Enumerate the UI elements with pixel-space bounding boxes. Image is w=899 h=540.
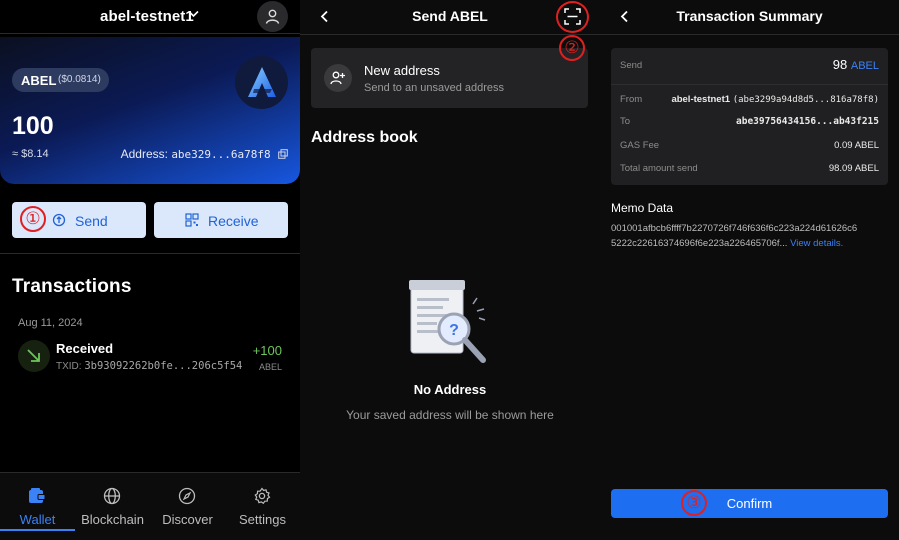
new-address-subtitle: Send to an unsaved address [364,82,505,94]
send-label: Send [75,213,108,229]
total-label: Total amount send [620,163,698,174]
nav-settings-label: Settings [239,512,286,527]
transaction-type[interactable]: Received [56,341,113,356]
view-details-link[interactable]: View details. [790,238,843,249]
balance-amount: 100 [12,112,54,140]
active-tab-indicator [0,529,75,531]
bottom-nav: Wallet Blockchain Discover Settings [0,472,300,540]
step-marker-2: ② [559,35,585,61]
send-header: Send ABEL [300,0,600,35]
abel-logo-icon [248,67,276,97]
address-value: abe329...6a78f8 [171,148,271,161]
from-name: abel-testnet1 [671,94,731,105]
user-icon [265,9,280,24]
gas-fee-row: GAS Fee 0.09 ABEL [620,140,879,151]
gear-icon [254,487,271,505]
address-label: Address: [120,147,168,161]
divider [611,84,888,85]
nav-wallet-label: Wallet [19,512,56,527]
summary-title: Transaction Summary [676,8,823,24]
confirm-label: Confirm [726,496,773,511]
from-row: From abel-testnet1 (abe3299a94d8d5...816… [620,94,879,105]
account-button[interactable] [257,1,288,32]
empty-state-title: No Address [413,382,487,397]
address-book-title: Address book [311,129,418,146]
divider [0,253,300,254]
gas-fee-value: 0.09 ABEL [834,140,879,151]
gas-fee-label: GAS Fee [620,140,660,151]
total-value: 98.09 ABEL [828,163,879,174]
receive-label: Receive [208,213,259,229]
send-screen: Send ABEL New address Send to an unsaved… [300,0,600,540]
empty-state-subtitle: Your saved address will be shown here [346,408,554,422]
nav-discover-label: Discover [162,512,213,527]
chevron-down-icon[interactable] [188,10,199,18]
fiat-value: ≈ $8.14 [12,148,49,160]
nav-blockchain-label: Blockchain [81,512,144,527]
highlight-ring [556,1,589,33]
send-title: Send ABEL [412,8,488,24]
to-label: To [620,116,631,127]
copy-icon[interactable] [278,149,288,159]
memo-data: 001001afbcb6ffff7b2270726f746f636f6c223a… [611,222,861,251]
txid-value: 3b93092262b0fe...206c5f54 [84,360,243,372]
to-address: abe39756434156...ab43f215 [736,116,879,127]
nav-discover[interactable]: Discover [150,473,225,533]
txid-label: TXID: [56,361,82,372]
confirm-button[interactable]: Confirm [611,489,888,518]
network-selector[interactable]: abel-testnet1 [100,8,194,25]
qr-code-icon [185,213,199,227]
balance-card: ABEL ($0.0814) 100 ≈ $8.14 Address: abe3… [0,37,300,184]
transaction-date: Aug 11, 2024 [18,317,83,329]
transaction-id: TXID: 3b93092262b0fe...206c5f54 [56,360,242,372]
empty-address-illustration: ? [409,280,486,363]
receive-button[interactable]: Receive [154,202,288,238]
summary-screen: Transaction Summary Send 98 ABEL From ab… [600,0,899,540]
new-address-title: New address [364,63,440,78]
wallet-header: abel-testnet1 [0,0,300,34]
nav-blockchain[interactable]: Blockchain [75,473,150,533]
abel-logo [235,56,288,109]
nav-wallet[interactable]: Wallet [0,473,75,533]
transaction-amount: +100 [252,343,282,358]
globe-icon [103,487,121,505]
nav-settings[interactable]: Settings [225,473,300,533]
send-amount: 98 ABEL [833,57,879,72]
to-row: To abe39756434156...ab43f215 [620,116,879,127]
add-user-icon [324,64,352,92]
svg-text:?: ? [449,322,459,339]
send-amount-value: 98 [832,57,848,72]
token-price: ($0.0814) [58,74,101,85]
wallet-icon [29,488,46,503]
new-address-option[interactable]: New address Send to an unsaved address [311,48,588,108]
compass-icon [178,487,196,505]
token-symbol: ABEL [21,73,57,88]
summary-header: Transaction Summary [600,0,899,35]
send-icon [52,213,66,227]
wallet-address: Address: abe329...6a78f8 [121,147,288,161]
from-value: abel-testnet1 (abe3299a94d8d5...816a78f8… [671,94,879,105]
transactions-title: Transactions [12,276,132,297]
total-row: Total amount send 98.09 ABEL [620,163,879,174]
memo-title: Memo Data [611,201,674,215]
user-plus-icon [330,71,345,85]
arrow-down-right-icon [27,349,40,362]
from-label: From [620,94,643,105]
send-amount-unit: ABEL [850,60,879,72]
send-label: Send [620,60,643,71]
wallet-screen: abel-testnet1 ABEL ($0.0814) 100 ≈ $8.14… [0,0,300,540]
summary-card: Send 98 ABEL From abel-testnet1 (abe3299… [611,48,888,185]
step-marker-1: ① [20,206,46,232]
transaction-unit: ABEL [258,362,282,372]
from-address: (abe3299a94d8d5...816a78f8) [732,95,879,105]
received-icon [18,340,50,372]
step-marker-3: ③ [681,490,707,516]
token-pill[interactable]: ABEL ($0.0814) [12,68,109,92]
